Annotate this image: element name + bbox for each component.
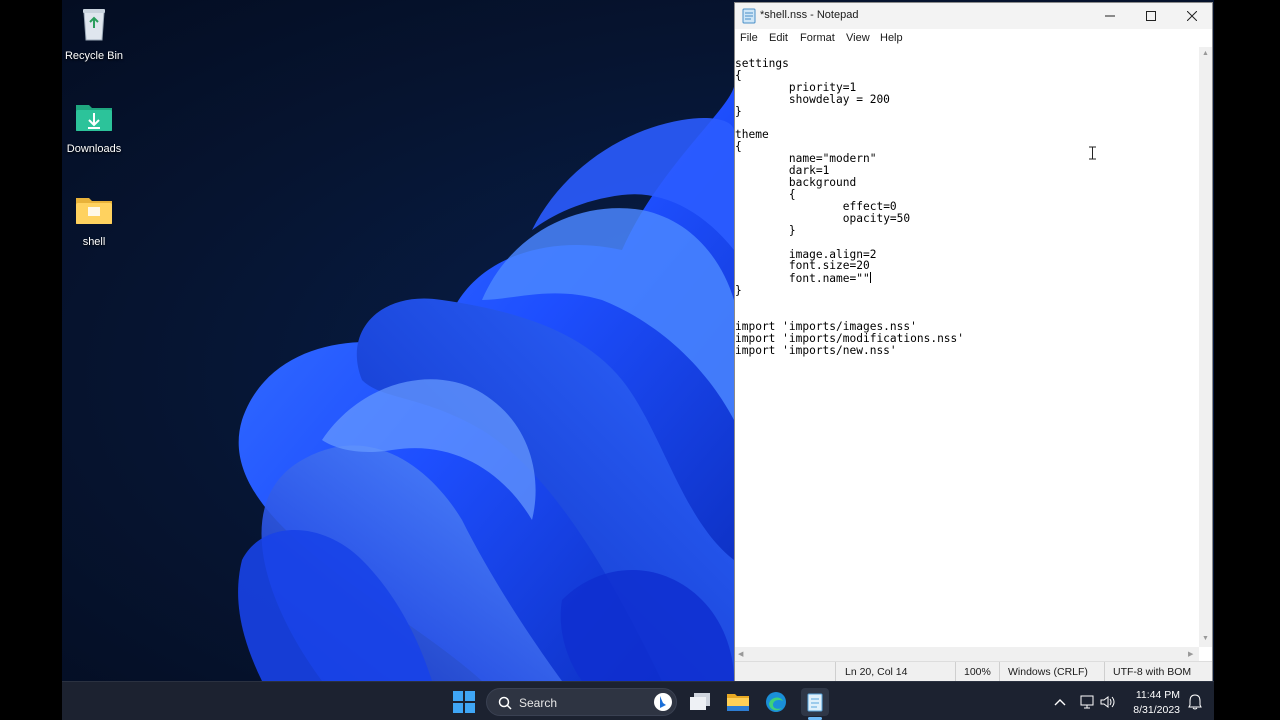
start-button[interactable] <box>450 688 478 716</box>
taskbar-search-box[interactable]: Search <box>486 688 677 716</box>
status-position: Ln 20, Col 14 <box>845 666 908 678</box>
vertical-scrollbar[interactable]: ▲ ▼ <box>1199 47 1212 647</box>
show-hidden-icons-button[interactable] <box>1046 688 1074 716</box>
text-caret <box>869 272 871 284</box>
ibeam-cursor-icon <box>1089 146 1096 160</box>
letterbox-right <box>1214 0 1280 720</box>
status-bar: Ln 20, Col 14 100% Windows (CRLF) UTF-8 … <box>735 661 1212 682</box>
notepad-taskbar-button[interactable] <box>801 688 829 716</box>
notepad-icon <box>742 8 756 24</box>
menu-view[interactable]: View <box>846 32 870 44</box>
desktop-icon-label: Recycle Bin <box>64 50 124 62</box>
desktop-icon-shell[interactable]: shell <box>62 190 126 248</box>
window-title: *shell.nss - Notepad <box>760 9 859 21</box>
search-icon <box>498 696 512 710</box>
status-zoom: 100% <box>964 666 991 678</box>
desktop-icon-recycle-bin[interactable]: Recycle Bin <box>62 4 126 62</box>
status-separator <box>1104 662 1105 682</box>
volume-icon <box>1100 696 1115 708</box>
close-icon <box>1187 11 1197 21</box>
text-editor[interactable]: settings { priority=1 showdelay = 200 } … <box>735 47 1199 647</box>
horizontal-scrollbar[interactable]: ◀ ▶ <box>735 647 1199 661</box>
taskbar: Search 11:44 PM 8/31/2023 <box>62 681 1214 720</box>
file-explorer-button[interactable] <box>724 688 752 716</box>
scroll-left-icon[interactable]: ◀ <box>738 650 743 658</box>
downloads-folder-icon <box>76 105 112 131</box>
menu-edit[interactable]: Edit <box>769 32 788 44</box>
status-encoding: UTF-8 with BOM <box>1113 666 1192 678</box>
letterbox-left <box>0 0 62 720</box>
menu-file[interactable]: File <box>740 32 758 44</box>
notifications-button[interactable] <box>1181 688 1209 716</box>
editor-content: settings { priority=1 showdelay = 200 } … <box>735 58 964 357</box>
minimize-icon <box>1105 15 1115 17</box>
title-bar[interactable]: *shell.nss - Notepad <box>735 3 1212 29</box>
scroll-down-icon[interactable]: ▼ <box>1202 635 1209 642</box>
status-separator <box>835 662 836 682</box>
clock-time: 11:44 PM <box>1135 689 1180 701</box>
file-explorer-icon <box>727 694 749 711</box>
bing-icon[interactable] <box>653 692 673 712</box>
menu-bar: File Edit Format View Help <box>735 29 1212 47</box>
scroll-up-icon[interactable]: ▲ <box>1202 50 1209 57</box>
task-view-button[interactable] <box>686 688 714 716</box>
maximize-button[interactable] <box>1131 3 1171 29</box>
volume-button[interactable] <box>1094 688 1122 716</box>
edge-icon <box>766 692 786 712</box>
status-separator <box>999 662 1000 682</box>
recycle-bin-icon <box>83 9 105 41</box>
menu-format[interactable]: Format <box>800 32 835 44</box>
desktop-icon-downloads[interactable]: Downloads <box>62 97 126 155</box>
start-icon <box>453 691 475 713</box>
clock[interactable]: 11:44 PM 8/31/2023 <box>1126 689 1180 716</box>
notepad-icon <box>807 693 823 712</box>
search-label: Search <box>519 696 558 710</box>
desktop-icon-label: Downloads <box>66 143 122 155</box>
minimize-button[interactable] <box>1090 3 1130 29</box>
folder-icon <box>76 198 112 224</box>
maximize-icon <box>1146 11 1156 21</box>
notepad-window[interactable]: *shell.nss - Notepad File Edit Format Vi… <box>734 2 1213 682</box>
bell-icon <box>1188 694 1202 710</box>
chevron-up-icon <box>1054 699 1066 706</box>
menu-help[interactable]: Help <box>880 32 903 44</box>
edge-button[interactable] <box>762 688 790 716</box>
scroll-right-icon[interactable]: ▶ <box>1188 650 1193 658</box>
clock-date: 8/31/2023 <box>1133 704 1180 716</box>
editor-text: settings { priority=1 showdelay = 200 } … <box>735 57 911 286</box>
status-line-ending: Windows (CRLF) <box>1008 666 1088 678</box>
desktop-icon-label: shell <box>82 236 106 248</box>
close-button[interactable] <box>1172 3 1212 29</box>
status-separator <box>955 662 956 682</box>
task-view-icon <box>690 693 710 710</box>
editor-text-tail: } import 'imports/images.nss' import 'im… <box>735 284 965 357</box>
